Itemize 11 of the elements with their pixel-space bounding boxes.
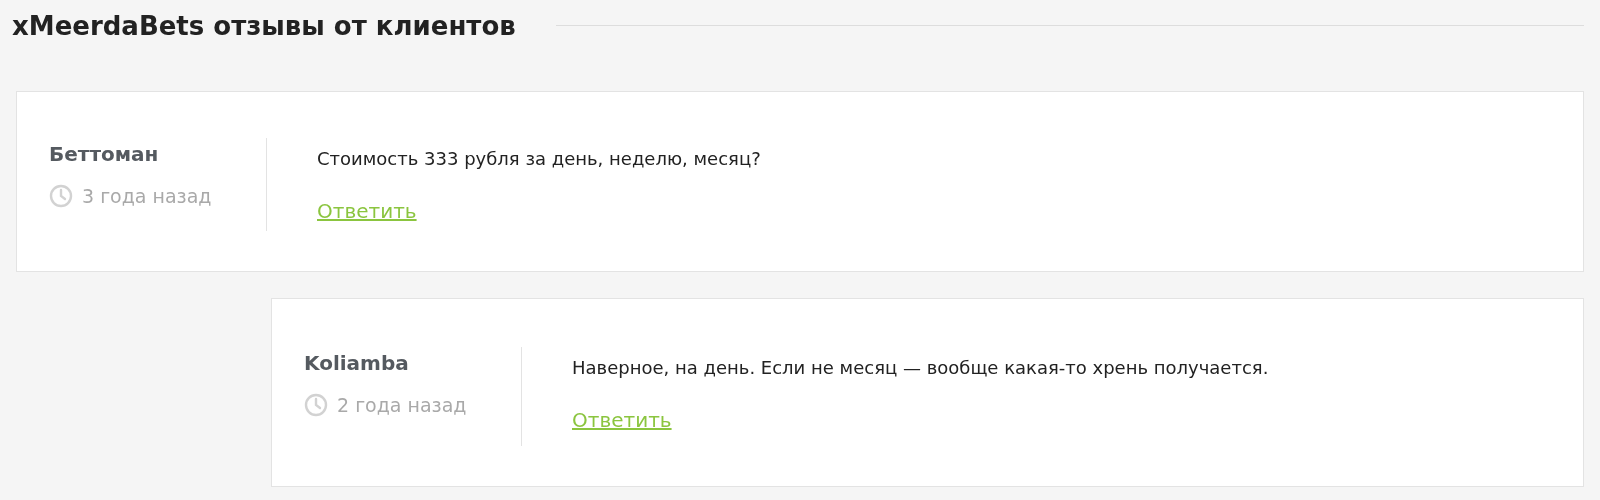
comment-text: Стоимость 333 рубля за день, неделю, месяц? [317,148,761,169]
comment-text: Наверное, на день. Если не месяц — вообще какая-то хрень получается. [572,357,1269,378]
clock-icon [49,184,73,208]
section-title: xMeerdaBets отзывы от клиентов [12,11,516,41]
comment-time: 3 года назад [82,185,212,207]
reply-link[interactable]: Ответить [572,408,672,432]
author-name: Koliamba [304,351,410,375]
reply-link[interactable]: Ответить [317,199,417,223]
comment-time: 2 года назад [337,394,467,416]
clock-icon [304,393,328,417]
author-name: Беттоман [49,142,160,166]
